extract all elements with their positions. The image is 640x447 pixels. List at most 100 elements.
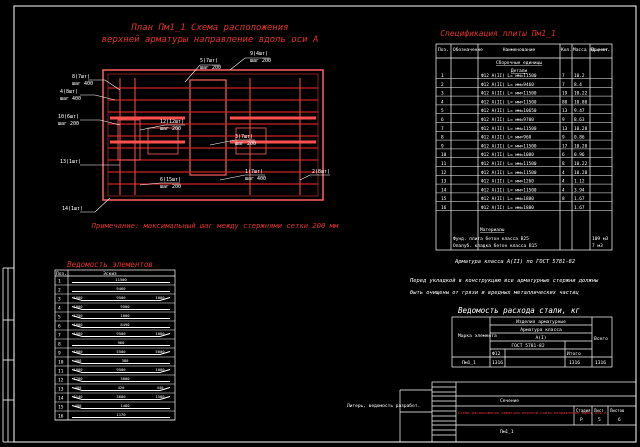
note-3: быть очищены от грязи и вредных металлич… (410, 289, 579, 296)
elements-row-dim: 440 (157, 385, 165, 390)
elements-row-dim: 3140 (73, 394, 83, 399)
steel-mark: Пм1_1 (462, 360, 476, 366)
spec-row-pos: 6 (441, 117, 444, 123)
spec-row-mass: 3.94 (574, 187, 585, 193)
spec-row-name: Ф12 А(II) L= мм=11500 (481, 143, 537, 149)
elements-row-dim: 5000 (155, 349, 165, 354)
spec-row-qty: 80 (562, 99, 568, 105)
elements-row-dim: 420 (118, 385, 126, 390)
steel-header-class: Арматура класса (520, 327, 562, 333)
left-margin-strip (2, 267, 14, 443)
stamp-left-label: Литерь, ведомость разработ. (347, 402, 420, 409)
spec-row-qty: 9 (562, 117, 565, 123)
elements-table: Ведомость элементов Поз. Эскиз 1 115002 94… (54, 260, 176, 421)
spec-row-qty: 13 (562, 126, 568, 132)
spec-row-pos: 15 (441, 196, 447, 202)
spec-header-qty: Кол. (561, 47, 572, 53)
steel-title: Ведомость расхода стали, кг (458, 306, 580, 315)
spec-title: Спецификация плиты Пм1_1 (440, 29, 556, 38)
spec-row-qty: 4 (562, 179, 565, 185)
steel-header-gost: ГОСТ 5781-82 (511, 343, 544, 349)
steel-value-f12: 1316 (492, 360, 503, 366)
callout: 12(12шт) (160, 119, 184, 125)
elements-row-pos: 13 (58, 387, 64, 393)
spec-row-mass: 9.47 (574, 108, 585, 114)
spec-row-qty: 13 (562, 108, 568, 114)
elements-row-pos: 16 (58, 414, 64, 420)
elements-row-pos: 4 (58, 306, 61, 312)
elements-row-dim: 400 (75, 385, 83, 390)
spec-material-name: Фунд. плита бетон класса В25 (453, 235, 529, 242)
elements-row-pos: 8 (58, 342, 61, 348)
stamp-sheet: 5 (598, 417, 601, 423)
elements-row-pos: 9 (58, 351, 61, 357)
spec-row-name: Ф12 А(II) L= мм=11500 (481, 170, 537, 176)
elements-row-dim: 1000 (73, 322, 83, 327)
stamp-mark: Пм1_1 (500, 429, 514, 435)
spec-row-pos: 8 (441, 135, 444, 141)
elements-row-dim: 1000 (73, 304, 83, 309)
spec-row-qty: 8 (562, 196, 565, 202)
steel-header-total: Всего (594, 336, 608, 342)
callout: шаг 400 (60, 96, 81, 102)
spec-header-pos: Поз. (438, 47, 449, 53)
elements-row-pos: 6 (58, 324, 61, 330)
elements-row-dim: 1580 (155, 394, 165, 399)
callout: шаг 200 (200, 65, 221, 71)
spec-row-name: Ф12 А(II) L= мм=1880 (481, 205, 534, 211)
spec-row-pos: 3 (441, 91, 444, 97)
callout: 10(6шт) (58, 114, 79, 120)
callout: 4(8шт) (60, 89, 78, 95)
spec-material-qty: 109 м3 (592, 236, 609, 242)
spec-row-qty: 19 (562, 91, 568, 97)
spec-row-pos: 4 (441, 99, 444, 105)
elements-row-pos: 7 (58, 333, 61, 339)
spec-row-qty: 4 (562, 187, 565, 193)
drawing-sheet: План Пм1_1 Схема расположения верхней ар… (2, 5, 637, 443)
spec-row-qty: 9 (562, 135, 565, 141)
spec-row-pos: 7 (441, 126, 444, 132)
spec-row-name: Ф12 А(II) L= мм=11500 (481, 73, 537, 79)
spec-row-mass: 10.20 (574, 143, 588, 149)
elements-header-pos: Поз. (56, 271, 67, 277)
spec-row-name: Ф12 А(II) L= мм=11500 (481, 187, 537, 193)
callout: 6(15шт) (160, 177, 181, 183)
spec-row-mass: 1.12 (574, 179, 585, 185)
spec-row-mass: 10.22 (574, 161, 588, 167)
elements-row-dim: 1480 (120, 403, 130, 408)
plan-title-line1: План Пм1_1 Схема расположения (130, 23, 288, 33)
stamp-sheets: 6 (618, 417, 621, 423)
elements-row-dim: 1000 (73, 331, 83, 336)
elements-rows: 1 11500 2 9460 3 1000 9500 1000 4 1000 9500 5 7750 10… (55, 277, 175, 421)
spec-row-qty: 6 (562, 152, 565, 158)
spec-row-mass: 0.86 (574, 135, 585, 141)
spec-row-mass: 1.67 (574, 205, 585, 211)
spec-row-pos: 14 (441, 187, 447, 193)
spec-row-qty: 8 (562, 161, 565, 167)
stamp-header-stage: Стадия (576, 408, 590, 413)
spec-row-mass: 8.63 (574, 117, 585, 123)
spec-row-pos: 2 (441, 82, 444, 88)
spec-row-mass: 10.22 (574, 91, 588, 97)
elements-row-pos: 10 (58, 360, 64, 366)
callout: 2(8шт) (312, 169, 330, 175)
spec-row-mass: 8.4 (574, 82, 582, 88)
spec-row-mass: 0.96 (574, 152, 585, 158)
spec-table: Спецификация плиты Пм1_1 Поз. Обозначени… (435, 29, 613, 251)
callout: шаг 200 (235, 141, 256, 147)
spec-row-name: Ф12 А(II) L= мм=1260 (481, 179, 534, 185)
spec-row-pos: 5 (441, 108, 444, 114)
elements-row-pos: 5 (58, 315, 61, 321)
elements-row-dim: 1000 (155, 367, 165, 372)
steel-header-group: Изделия арматурные (516, 319, 566, 325)
spec-row-name: Ф12 А(II) L= мм=11500 (481, 99, 537, 105)
steel-header-f12: Ф12 (492, 351, 501, 357)
spec-row-pos: 11 (441, 161, 447, 167)
spec-row-pos: 9 (441, 143, 444, 149)
elements-row-pos: 2 (58, 288, 61, 294)
notes: Арматура класса А(II) по ГОСТ 5781-82 Пе… (409, 259, 599, 296)
elements-title: Ведомость элементов (67, 260, 153, 269)
elements-row-dim: 8490 (120, 322, 130, 327)
callout: 14(1шт) (62, 206, 83, 212)
elements-row-dim: 9500 (116, 295, 126, 300)
